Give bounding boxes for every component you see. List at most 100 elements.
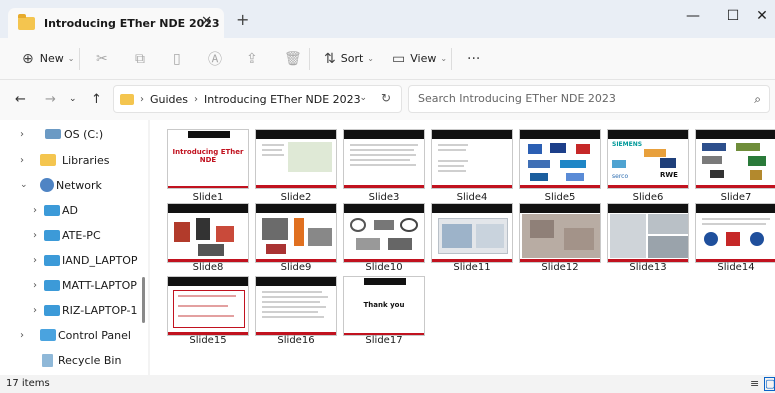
sidebar-item-network[interactable]: ⌄ Network <box>0 173 148 197</box>
slide-thumbnail[interactable]: SIEMENS serco RWE <box>607 129 689 189</box>
product-image <box>262 218 288 240</box>
file-name[interactable]: Slide16 <box>251 335 341 346</box>
more-icon: ··· <box>467 50 481 67</box>
file-name[interactable]: Slide10 <box>339 262 429 273</box>
chevron-right-icon[interactable]: › <box>20 330 24 341</box>
file-name[interactable]: Slide3 <box>339 192 429 203</box>
sidebar-item-label: Libraries <box>62 153 110 167</box>
chevron-right-icon[interactable]: › <box>33 280 37 291</box>
sidebar-item-label: RIZ-LAPTOP-1 <box>62 303 138 317</box>
file-name[interactable]: Slide15 <box>163 335 253 346</box>
sidebar-item-ate-pc[interactable]: › ATE-PC <box>0 223 148 247</box>
text-line <box>262 311 318 313</box>
slide-footer <box>608 185 688 188</box>
slide-thumbnail[interactable] <box>519 129 601 189</box>
sidebar-item-label: MATT-LAPTOP <box>62 278 137 292</box>
file-name[interactable]: Slide4 <box>427 192 517 203</box>
slide-thumbnail[interactable] <box>695 129 775 189</box>
file-name[interactable]: Slide1 <box>163 192 253 203</box>
up-arrow-icon[interactable]: ↑ <box>91 92 102 107</box>
slide-thumbnail[interactable] <box>607 203 689 263</box>
slide-thumbnail[interactable] <box>519 203 601 263</box>
file-name[interactable]: Slide9 <box>251 262 341 273</box>
file-name[interactable]: Slide6 <box>603 192 693 203</box>
sidebar-item-libraries[interactable]: › Libraries <box>0 148 148 172</box>
slide-thumbnail[interactable] <box>431 203 513 263</box>
sidebar-item-riz-laptop-1[interactable]: › RIZ-LAPTOP-1 <box>0 298 148 322</box>
text-line <box>178 295 236 297</box>
chevron-right-icon[interactable]: › <box>33 230 37 241</box>
slide-header <box>696 204 775 213</box>
slide-thumbnail[interactable] <box>255 203 337 263</box>
file-name[interactable]: Slide11 <box>427 262 517 273</box>
file-name[interactable]: Slide13 <box>603 262 693 273</box>
file-name[interactable]: Slide17 <box>339 335 429 346</box>
slide-header <box>432 204 512 213</box>
file-name[interactable]: Slide2 <box>251 192 341 203</box>
slide-thumbnail[interactable]: Introducing ETher NDE <box>167 129 249 189</box>
sort-button[interactable]: ⇅ Sort ⌄ <box>324 51 374 67</box>
maximize-button[interactable]: ☐ <box>723 8 743 24</box>
refresh-icon[interactable]: ↻ <box>381 91 391 105</box>
back-arrow-icon[interactable]: ← <box>15 92 26 107</box>
chevron-right-icon[interactable]: › <box>33 305 37 316</box>
forward-arrow-icon[interactable]: → <box>45 92 56 107</box>
breadcrumb-current[interactable]: Introducing ETher NDE 2023 <box>204 93 361 106</box>
file-name[interactable]: Slide8 <box>163 262 253 273</box>
text-line <box>178 305 228 307</box>
sidebar-item-control-panel[interactable]: › Control Panel <box>0 323 148 347</box>
slide-thumbnail[interactable] <box>343 203 425 263</box>
slide-thumbnail[interactable] <box>343 129 425 189</box>
thumbnail-view-icon[interactable]: ▢ <box>764 377 775 391</box>
view-button[interactable]: ▭ View ⌄ <box>392 51 447 67</box>
sidebar-item-ad[interactable]: › AD <box>0 198 148 222</box>
file-name[interactable]: Slide7 <box>691 192 775 203</box>
file-name[interactable]: Slide12 <box>515 262 605 273</box>
new-button[interactable]: ⊕ New ⌄ <box>22 51 74 67</box>
file-name[interactable]: Slide14 <box>691 262 775 273</box>
search-input[interactable]: Search Introducing ETher NDE 2023 ⌕ <box>408 85 770 113</box>
details-view-icon[interactable]: ≡ <box>750 377 759 390</box>
more-options-button[interactable]: ··· <box>467 51 480 67</box>
chevron-down-icon[interactable]: ⌄ <box>20 180 28 190</box>
computer-icon <box>44 304 60 316</box>
text-line <box>350 164 416 166</box>
breadcrumb-guides[interactable]: Guides <box>150 93 188 106</box>
plus-circle-icon: ⊕ <box>22 50 34 67</box>
recent-locations-icon[interactable]: ⌄ <box>69 94 77 104</box>
slide-thumbnail[interactable]: Thank you <box>343 276 425 336</box>
cut-button[interactable]: ✂ <box>96 51 108 67</box>
address-bar[interactable]: › Guides › Introducing ETher NDE 2023 ⌄ … <box>113 85 402 113</box>
close-window-button[interactable]: ✕ <box>752 8 772 24</box>
file-name[interactable]: Slide5 <box>515 192 605 203</box>
sidebar-item-recycle-bin[interactable]: Recycle Bin <box>0 348 148 372</box>
tab-active[interactable]: Introducing ETher NDE 2023 ✕ <box>8 8 224 38</box>
slide-thumbnail[interactable] <box>167 203 249 263</box>
slide-thumbnail[interactable] <box>695 203 775 263</box>
text-line <box>262 144 284 146</box>
copy-button[interactable]: ⧉ <box>135 51 145 67</box>
logo-image <box>710 170 724 178</box>
chevron-right-icon[interactable]: › <box>33 255 37 266</box>
paste-button[interactable]: ▯ <box>173 51 181 67</box>
chevron-right-icon[interactable]: › <box>20 129 24 140</box>
share-button[interactable]: ⇪ <box>246 51 258 67</box>
minimize-button[interactable]: — <box>683 8 703 24</box>
chevron-right-icon[interactable]: › <box>20 155 24 166</box>
chevron-down-icon: ⌄ <box>67 54 75 63</box>
sidebar-item-label: Network <box>56 178 102 192</box>
sidebar-item-matt-laptop[interactable]: › MATT-LAPTOP <box>0 273 148 297</box>
slide-thumbnail[interactable] <box>255 276 337 336</box>
slide-thumbnail[interactable] <box>255 129 337 189</box>
sidebar-item-iand-laptop[interactable]: › IAND_LAPTOP <box>0 248 148 272</box>
sidebar-item-os-c[interactable]: › OS (C:) <box>0 122 148 146</box>
slide-thumbnail[interactable] <box>431 129 513 189</box>
slide-thumbnail[interactable] <box>167 276 249 336</box>
sidebar-scrollbar[interactable] <box>142 277 145 323</box>
new-tab-button[interactable]: + <box>236 10 249 29</box>
rename-button[interactable]: Ⓐ <box>208 49 222 69</box>
delete-button[interactable]: 🗑 <box>284 51 302 67</box>
address-dropdown-icon[interactable]: ⌄ <box>359 93 367 103</box>
tab-close-button[interactable]: ✕ <box>201 14 212 29</box>
chevron-right-icon[interactable]: › <box>33 205 37 216</box>
